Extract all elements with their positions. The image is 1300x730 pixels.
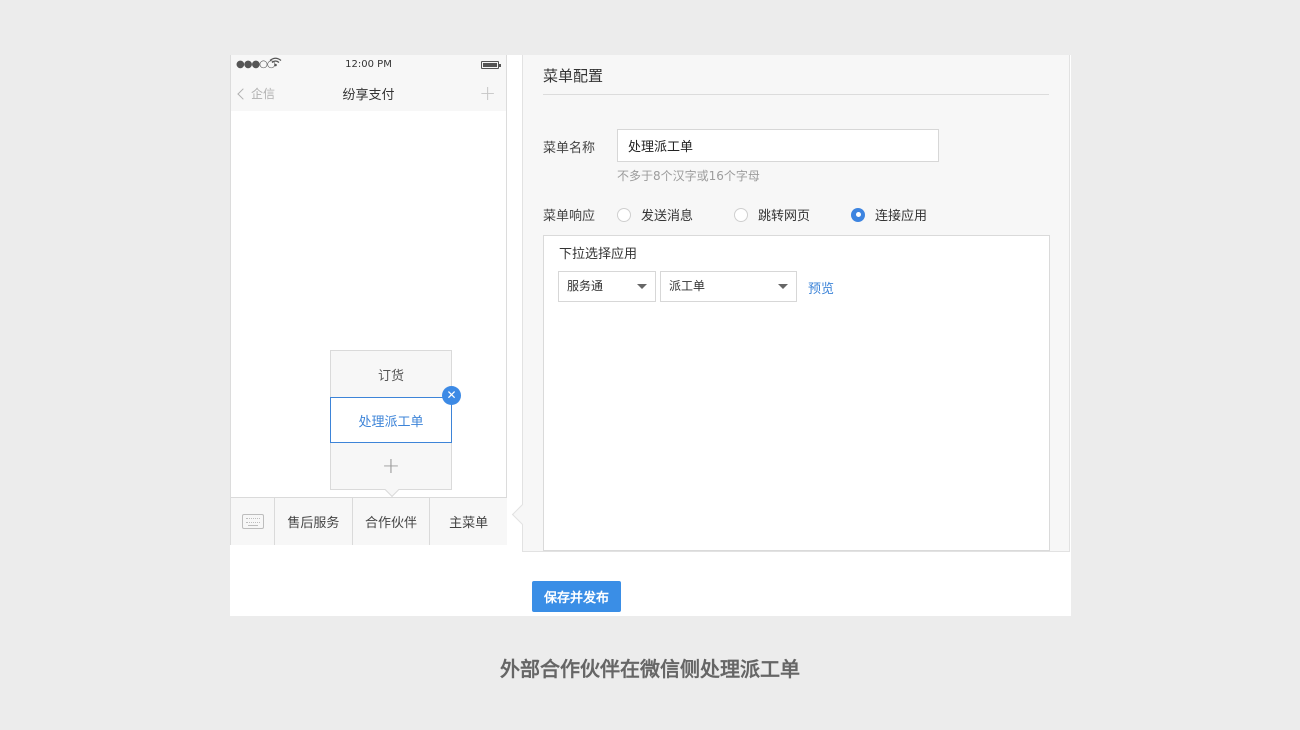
menu-name-input[interactable] bbox=[617, 129, 939, 162]
radio-label: 发送消息 bbox=[641, 209, 694, 224]
panel-title: 菜单配置 bbox=[543, 67, 604, 85]
menu-name-hint: 不多于8个汉字或16个字母 bbox=[617, 169, 760, 183]
app-select-box: 下拉选择应用 服务通 派工单 预览 bbox=[543, 235, 1050, 551]
radio-circle bbox=[734, 207, 748, 222]
submenu-item-dispatch[interactable]: 处理派工单 bbox=[330, 397, 452, 443]
keyboard-icon bbox=[241, 514, 264, 529]
submenu-popup: 订货 处理派工单 + bbox=[330, 350, 452, 498]
tab-main-menu[interactable]: 主菜单 bbox=[430, 498, 507, 545]
radio-send-message[interactable]: 发送消息 bbox=[617, 205, 693, 224]
submenu-item-order[interactable]: 订货 bbox=[331, 351, 451, 397]
app-select-dropdown[interactable]: 服务通 bbox=[558, 271, 656, 302]
panel-pointer bbox=[511, 503, 534, 526]
radio-label: 连接应用 bbox=[875, 209, 928, 224]
menu-name-label: 菜单名称 bbox=[543, 141, 596, 156]
radio-connect-app[interactable]: 连接应用 bbox=[851, 205, 927, 224]
tab-after-sales[interactable]: 售后服务 bbox=[275, 498, 353, 545]
function-select-dropdown[interactable]: 派工单 bbox=[660, 271, 797, 302]
phone-title: 纷享支付 bbox=[342, 88, 395, 103]
battery-icon bbox=[481, 61, 501, 69]
phone-tabbar: 售后服务 合作伙伴 主菜单 bbox=[231, 497, 507, 545]
app-select-title: 下拉选择应用 bbox=[559, 247, 638, 262]
caret-down-icon bbox=[778, 284, 788, 289]
main-card: ●●●○○ 12:00 PM 企信 纷享支付 + 订货 处理派工单 + ✕ 售后… bbox=[230, 55, 1071, 616]
radio-open-webpage[interactable]: 跳转网页 bbox=[734, 205, 810, 224]
save-publish-button[interactable]: 保存并发布 bbox=[532, 581, 621, 612]
radio-label: 跳转网页 bbox=[758, 209, 811, 224]
caret-down-icon bbox=[637, 284, 647, 289]
radio-circle bbox=[617, 207, 631, 222]
plus-icon[interactable]: + bbox=[479, 81, 496, 105]
preview-link[interactable]: 预览 bbox=[808, 278, 834, 297]
radio-circle-checked bbox=[851, 207, 865, 222]
menu-response-label: 菜单响应 bbox=[543, 209, 596, 224]
page-caption: 外部合作伙伴在微信侧处理派工单 bbox=[500, 657, 800, 681]
status-time: 12:00 PM bbox=[345, 59, 392, 70]
close-icon[interactable]: ✕ bbox=[442, 386, 461, 405]
divider bbox=[543, 94, 1049, 95]
function-select-value: 派工单 bbox=[669, 279, 706, 293]
menu-config-panel: 菜单配置 菜单名称 不多于8个汉字或16个字母 菜单响应 发送消息 跳转网页 连… bbox=[511, 55, 1070, 552]
phone-preview: ●●●○○ 12:00 PM 企信 纷享支付 + 订货 处理派工单 + ✕ 售后… bbox=[230, 55, 507, 545]
app-select-value: 服务通 bbox=[567, 279, 604, 293]
keyboard-button[interactable] bbox=[231, 498, 275, 545]
phone-navbar: 企信 纷享支付 + bbox=[231, 75, 506, 111]
tab-partners[interactable]: 合作伙伴 bbox=[353, 498, 431, 545]
status-bar: ●●●○○ 12:00 PM bbox=[231, 55, 506, 75]
